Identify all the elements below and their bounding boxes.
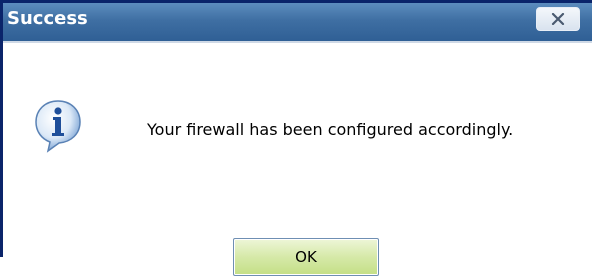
- ok-button[interactable]: OK: [233, 238, 379, 276]
- info-icon: [35, 100, 81, 153]
- title-bar[interactable]: Success: [3, 3, 592, 41]
- dialog-title: Success: [7, 8, 88, 29]
- dialog-body: Your firewall has been configured accord…: [3, 43, 592, 276]
- close-icon: [551, 13, 565, 25]
- success-dialog: Success Your firewall has been configure…: [0, 0, 592, 276]
- close-button[interactable]: [536, 7, 580, 31]
- dialog-message: Your firewall has been configured accord…: [147, 120, 514, 139]
